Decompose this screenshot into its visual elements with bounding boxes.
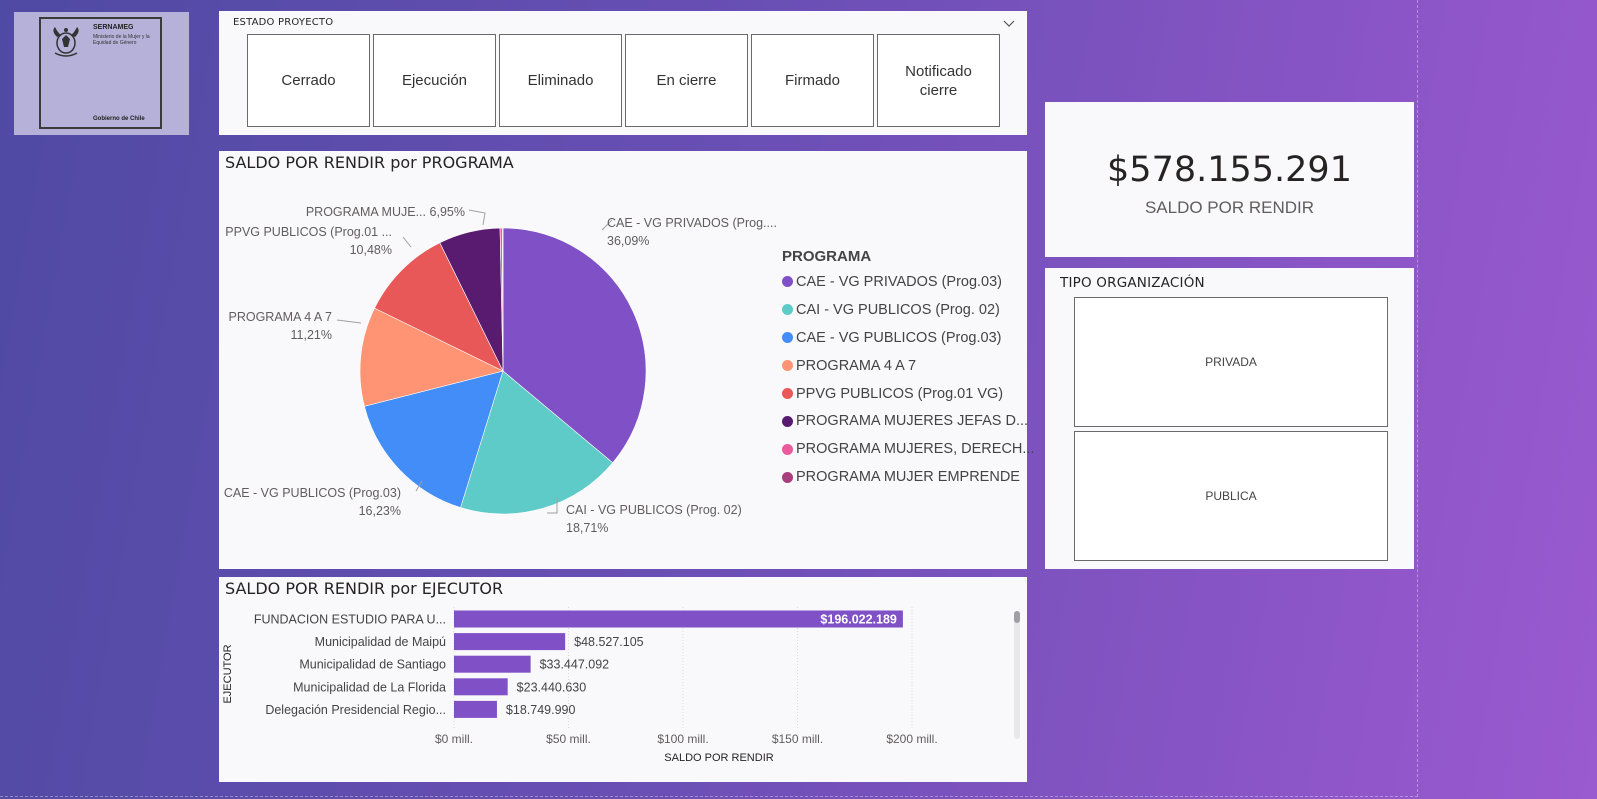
x-tick-label: $100 mill. <box>657 732 708 746</box>
pie-chart-visual[interactable]: SALDO POR RENDIR por PROGRAMA CAE - VG P… <box>219 151 1034 569</box>
legend-item[interactable]: PROGRAMA 4 A 7 <box>782 352 1034 380</box>
estado-option-eliminado[interactable]: Eliminado <box>499 34 622 127</box>
legend-color-dot <box>782 332 793 344</box>
pie-label-programa-4a7-pct: 11,21% <box>291 328 332 342</box>
bar[interactable] <box>454 633 566 651</box>
tipo-organizacion-title: TIPO ORGANIZACIÓN <box>1060 275 1205 291</box>
tipo-option-publica[interactable]: PUBLICA <box>1074 431 1388 561</box>
scrollbar-thumb[interactable] <box>1014 611 1020 623</box>
pie-label-mujeres-jefas-name: PROGRAMA MUJE... <box>306 205 426 219</box>
legend-item-label: PROGRAMA 4 A 7 <box>796 357 917 374</box>
legend-color-dot <box>782 304 793 316</box>
estado-option-ejecucion[interactable]: Ejecución <box>373 34 496 127</box>
pie-chart[interactable]: CAE - VG PRIVADOS (Prog.... 36,09% CAI -… <box>219 151 779 569</box>
legend-item[interactable]: PROGRAMA MUJER EMPRENDE <box>782 463 1034 491</box>
coat-of-arms-icon <box>53 27 79 57</box>
pie-label-programa-4a7-name: PROGRAMA 4 A 7 <box>228 310 332 324</box>
y-tick-label: Delegación Presidencial Regio... <box>265 703 446 717</box>
bar-data-label: $33.447.092 <box>540 658 610 672</box>
legend-item-label: CAE - VG PRIVADOS (Prog.03) <box>796 273 1003 290</box>
pie-label-cai-publicos-pct: 18,71% <box>566 521 608 535</box>
legend-item[interactable]: CAE - VG PUBLICOS (Prog.03) <box>782 324 1034 352</box>
leader-line <box>468 209 486 226</box>
legend-item-label: CAI - VG PUBLICOS (Prog. 02) <box>796 301 1000 318</box>
leader-line <box>402 236 412 248</box>
sernameg-logo: SERNAMEG Ministerio de la Mujer y la Equ… <box>14 12 189 135</box>
x-axis-title: SALDO POR RENDIR <box>664 752 773 764</box>
x-tick-label: $150 mill. <box>772 732 823 746</box>
estado-proyecto-title: ESTADO PROYECTO <box>233 17 334 28</box>
x-tick-label: $200 mill. <box>886 732 937 746</box>
legend-color-dot <box>782 360 793 372</box>
legend-item[interactable]: PROGRAMA MUJERES, DERECH... <box>782 435 1034 463</box>
pie-legend-title: PROGRAMA <box>782 248 872 265</box>
bar-chart-scrollbar[interactable] <box>1014 611 1020 739</box>
estado-options: Cerrado Ejecución Eliminado En cierre Fi… <box>247 34 1000 127</box>
chevron-down-icon[interactable] <box>1003 18 1015 28</box>
bar[interactable] <box>454 655 531 673</box>
logo-frame: SERNAMEG Ministerio de la Mujer y la Equ… <box>39 17 162 129</box>
kpi-label: SALDO POR RENDIR <box>1144 198 1315 217</box>
logo-org-name: SERNAMEG <box>93 24 134 31</box>
y-tick-label: Municipalidad de La Florida <box>293 680 446 694</box>
tipo-option-privada[interactable]: PRIVADA <box>1074 297 1388 427</box>
estado-proyecto-slicer: ESTADO PROYECTO Cerrado Ejecución Elimin… <box>219 11 1027 135</box>
bar-data-label: $23.440.630 <box>517 680 587 694</box>
pie-label-cae-privados-pct: 36,09% <box>607 234 649 248</box>
legend-item-label: CAE - VG PUBLICOS (Prog.03) <box>796 329 1002 346</box>
legend-item[interactable]: PROGRAMA MUJERES JEFAS D... <box>782 407 1034 435</box>
y-tick-label: Municipalidad de Maipú <box>315 635 446 649</box>
legend-item[interactable]: PPVG PUBLICOS (Prog.01 VG) <box>782 380 1034 408</box>
legend-item[interactable]: CAE - VG PRIVADOS (Prog.03) <box>782 268 1034 296</box>
legend-color-dot <box>782 443 793 455</box>
logo-subtitle: Ministerio de la Mujer y la Equidad de G… <box>93 34 150 46</box>
legend-item-label: PROGRAMA MUJERES, DERECH... <box>796 441 1035 458</box>
legend-item[interactable]: CAI - VG PUBLICOS (Prog. 02) <box>782 296 1034 324</box>
legend-color-dot <box>782 471 793 483</box>
pie-label-cae-privados-name: CAE - VG PRIVADOS (Prog.... <box>607 216 777 230</box>
saldo-kpi-card: $578.155.291 SALDO POR RENDIR <box>1045 102 1414 257</box>
leader-line <box>336 319 362 324</box>
bar-data-label: $48.527.105 <box>574 635 644 649</box>
estado-option-en-cierre[interactable]: En cierre <box>625 34 748 127</box>
legend-color-dot <box>782 276 793 288</box>
bar-data-label: $18.749.990 <box>506 703 576 717</box>
estado-option-cerrado[interactable]: Cerrado <box>247 34 370 127</box>
y-tick-label: Municipalidad de Santiago <box>299 658 446 672</box>
bar-chart-visual[interactable]: SALDO POR RENDIR por EJECUTOR FUNDACION … <box>219 577 1027 782</box>
legend-item-label: PROGRAMA MUJERES JEFAS D... <box>796 413 1029 430</box>
bar[interactable] <box>454 678 508 696</box>
x-tick-label: $0 mill. <box>435 732 473 746</box>
legend-color-dot <box>782 388 793 399</box>
y-tick-label: FUNDACION ESTUDIO PARA U... <box>254 613 446 627</box>
bar-data-label: $196.022.189 <box>820 613 897 627</box>
estado-option-notificado-cierre[interactable]: Notificado cierre <box>877 34 1000 127</box>
pie-label-mujeres-jefas-pct: 6,95% <box>430 205 465 219</box>
legend-item-label: PPVG PUBLICOS (Prog.01 VG) <box>796 385 1004 402</box>
legend-color-dot <box>782 415 793 427</box>
pie-label-cae-publicos-pct: 16,23% <box>359 504 401 518</box>
legend-item-label: PROGRAMA MUJER EMPRENDE <box>796 469 1020 486</box>
logo-footer: Gobierno de Chile <box>93 116 145 122</box>
y-axis-title: EJECUTOR <box>222 644 234 703</box>
pie-label-ppvg-name: PPVG PUBLICOS (Prog.01 ... <box>225 225 392 239</box>
pie-legend: PROGRAMA CAE - VG PRIVADOS (Prog.03) CAI… <box>782 248 1034 491</box>
pie-label-cae-publicos-name: CAE - VG PUBLICOS (Prog.03) <box>224 486 401 500</box>
bar[interactable] <box>454 700 497 718</box>
kpi-value: $578.155.291 <box>1107 150 1352 190</box>
estado-option-firmado[interactable]: Firmado <box>751 34 874 127</box>
pie-label-cai-publicos-name: CAI - VG PUBLICOS (Prog. 02) <box>566 503 742 517</box>
pie-label-ppvg-pct: 10,48% <box>350 243 392 257</box>
bar-chart[interactable]: FUNDACION ESTUDIO PARA U... $196.022.189 M… <box>219 577 1009 782</box>
x-tick-label: $50 mill. <box>546 732 591 746</box>
tipo-organizacion-slicer: TIPO ORGANIZACIÓN PRIVADA PUBLICA <box>1045 268 1414 569</box>
